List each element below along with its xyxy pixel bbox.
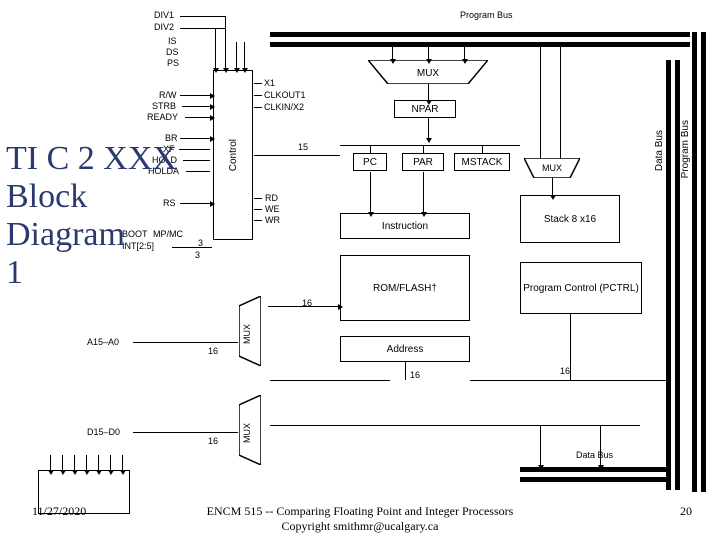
mux-top-label: MUX — [417, 68, 440, 79]
program-bus-right-line-1 — [692, 32, 697, 492]
sig-wr: WR — [265, 215, 280, 225]
sig-rd: RD — [265, 193, 278, 203]
bus16-addr: 16 — [410, 370, 420, 380]
data-bus-bottom-2 — [520, 477, 670, 482]
address-block: Address — [340, 336, 470, 362]
control-block: Control — [213, 70, 253, 240]
program-bus-right-line-2 — [701, 32, 706, 492]
sig-div2: DIV2 — [154, 22, 174, 32]
bus16-a: 16 — [208, 346, 218, 356]
svg-text:MUX: MUX — [542, 163, 562, 173]
control-block-label: Control — [228, 139, 239, 171]
title-line-3: Diagram — [6, 216, 125, 253]
sig-clkout1: CLKOUT1 — [264, 90, 306, 100]
sig-clkinx2: CLKIN/X2 — [264, 102, 304, 112]
mux-left-2: MUX — [239, 395, 261, 465]
stack-block: Stack 8 x16 — [520, 195, 620, 243]
sig-strb: STRB — [152, 101, 176, 111]
mstack-block: MSTACK — [454, 153, 510, 171]
a15a0-label: A15–A0 — [87, 337, 119, 347]
sig-ps: PS — [167, 58, 179, 68]
par-block: PAR — [402, 153, 444, 171]
page-title: TI C 2 XXX Block Diagram 1 — [6, 140, 177, 292]
sig-ds: DS — [166, 47, 179, 57]
bus3b: 3 — [198, 238, 203, 248]
program-bus-line-2 — [270, 42, 690, 47]
footer-center: ENCM 515 -- Comparing Floating Point and… — [0, 504, 720, 534]
sig-ready: READY — [147, 112, 178, 122]
program-bus-line-1 — [270, 32, 690, 37]
bus3a: 3 — [195, 250, 200, 260]
svg-text:MUX: MUX — [242, 423, 252, 443]
program-bus-right-label: Program Bus — [680, 120, 691, 178]
pctrl-block: Program Control (PCTRL) — [520, 262, 642, 314]
footer: 11/27/2020 ENCM 515 -- Comparing Floatin… — [0, 504, 720, 522]
data-bus-right-label: Data Bus — [654, 130, 665, 171]
d15d0-label: D15–D0 — [87, 427, 120, 437]
bus16-d: 16 — [208, 436, 218, 446]
footer-page: 20 — [680, 504, 692, 519]
sig-x1: X1 — [264, 78, 275, 88]
data-bus-bottom-label: Data Bus — [576, 450, 613, 460]
program-bus-label: Program Bus — [460, 10, 513, 20]
sig-is: IS — [168, 36, 177, 46]
mux-left-1: MUX — [239, 296, 261, 366]
bus15-label: 15 — [298, 142, 308, 152]
title-line-4: 1 — [6, 254, 23, 291]
sig-we: WE — [265, 204, 280, 214]
svg-text:MUX: MUX — [242, 324, 252, 344]
title-line-1: TI C 2 XXX — [6, 140, 177, 177]
romflash-block: ROM/FLASH† — [340, 255, 470, 321]
data-bus-right-line-1 — [666, 60, 671, 490]
npar-block: NPAR — [394, 100, 456, 118]
pc-block: PC — [353, 153, 387, 171]
bus16-pctrl: 16 — [560, 366, 570, 376]
mux-mid-trap: MUX — [524, 158, 580, 178]
instruction-block: Instruction — [340, 213, 470, 239]
sig-rw: R/W — [159, 90, 177, 100]
title-line-2: Block — [6, 178, 87, 215]
sig-div1: DIV1 — [154, 10, 174, 20]
